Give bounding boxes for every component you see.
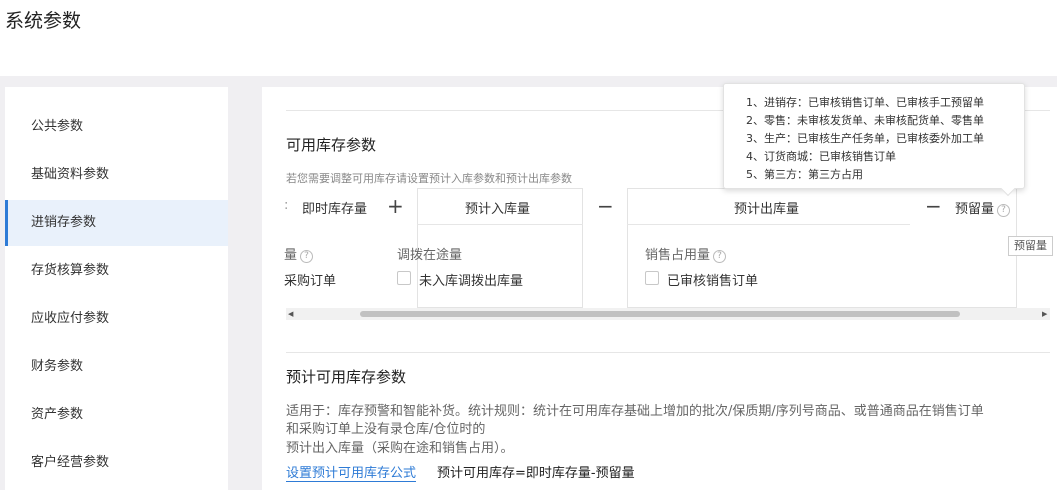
tooltip-line: 1、进销存：已审核销售订单、已审核手工预留单 bbox=[746, 96, 984, 109]
partial-qty-label: 量? bbox=[284, 244, 314, 263]
sidebar-item-public[interactable]: 公共参数 bbox=[5, 104, 228, 150]
purchase-order-label: 采购订单 bbox=[284, 274, 337, 289]
reserved-mini-tooltip: 预留量 bbox=[1008, 236, 1053, 256]
incoming-panel-divider bbox=[417, 224, 583, 225]
forecast-stock-title: 预计可用库存参数 bbox=[286, 368, 407, 386]
top-bar: 系统参数 bbox=[0, 0, 1057, 76]
page-title: 系统参数 bbox=[5, 10, 82, 32]
scroll-left-icon[interactable]: ◀ bbox=[288, 310, 293, 318]
divider bbox=[286, 352, 1050, 353]
forecast-desc-line2: 和采购订单上没有录仓库/仓位时的 bbox=[286, 422, 486, 437]
sales-order-checkbox[interactable] bbox=[645, 271, 659, 285]
transfer-unshipped-checkbox[interactable] bbox=[397, 271, 411, 285]
transfer-in-transit-label: 调拨在途量 bbox=[397, 248, 463, 263]
sidebar-item-receivable-payable[interactable]: 应收应付参数 bbox=[5, 296, 228, 342]
transfer-unshipped-label: 未入库调拨出库量 bbox=[419, 274, 524, 289]
sidebar-item-assets[interactable]: 资产参数 bbox=[5, 392, 228, 438]
reserved-help-icon[interactable]: ? bbox=[997, 204, 1011, 217]
forecast-desc-line3: 预计出入库量（采购在途和销售占用）。 bbox=[286, 441, 514, 456]
outgoing-panel-divider bbox=[627, 224, 910, 225]
set-forecast-formula-link[interactable]: 设置预计可用库存公式 bbox=[286, 462, 417, 482]
scroll-right-icon[interactable]: ▶ bbox=[1042, 310, 1047, 318]
sidebar-item-customer[interactable]: 客户经营参数 bbox=[5, 440, 228, 486]
col-expected-out: 预计出库量 bbox=[734, 202, 800, 217]
minus-operator-2: − bbox=[925, 194, 942, 218]
colon-fragment: : bbox=[284, 198, 289, 213]
sidebar: 公共参数 基础资料参数 进销存参数 存货核算参数 应收应付参数 财务参数 资产参… bbox=[5, 87, 228, 490]
plus-operator: + bbox=[387, 194, 404, 218]
sidebar-item-costing[interactable]: 存货核算参数 bbox=[5, 248, 228, 294]
sidebar-item-finance[interactable]: 财务参数 bbox=[5, 344, 228, 390]
sidebar-item-inventory[interactable]: 进销存参数 bbox=[5, 200, 228, 246]
sales-occupied-label: 销售占用量? bbox=[645, 244, 727, 263]
available-stock-hint: 若您需要调整可用库存请设置预计入库参数和预计出库参数 bbox=[286, 172, 572, 185]
scrollbar-thumb[interactable] bbox=[360, 311, 960, 317]
tooltip-line: 3、生产：已审核生产任务单，已审核委外加工单 bbox=[746, 132, 984, 145]
tooltip-line: 2、零售：未审核发货单、未审核配货单、零售单 bbox=[746, 114, 984, 127]
minus-operator: − bbox=[597, 194, 614, 218]
available-stock-title: 可用库存参数 bbox=[286, 136, 377, 154]
col-reserved-label: 预留量 bbox=[955, 202, 995, 217]
col-expected-in: 预计入库量 bbox=[465, 202, 531, 217]
reserved-tooltip: 1、进销存：已审核销售订单、已审核手工预留单 2、零售：未审核发货单、未审核配货… bbox=[723, 83, 1025, 189]
forecast-desc-line1: 适用于：库存预警和智能补货。统计规则：统计在可用库存基础上增加的批次/保质期/序… bbox=[286, 404, 984, 419]
col-reserved: 预留量? bbox=[955, 198, 1011, 217]
tooltip-line: 5、第三方：第三方占用 bbox=[746, 168, 863, 181]
sales-order-audited-label: 已审核销售订单 bbox=[667, 274, 759, 289]
forecast-formula: 预计可用库存=即时库存量-预留量 bbox=[437, 466, 635, 481]
sidebar-item-basic-data[interactable]: 基础资料参数 bbox=[5, 152, 228, 198]
col-current-stock: 即时库存量 bbox=[302, 202, 368, 217]
tooltip-line: 4、订货商城：已审核销售订单 bbox=[746, 150, 896, 163]
partial-help-icon[interactable]: ? bbox=[300, 250, 314, 263]
sales-occupied-help-icon[interactable]: ? bbox=[713, 250, 727, 263]
